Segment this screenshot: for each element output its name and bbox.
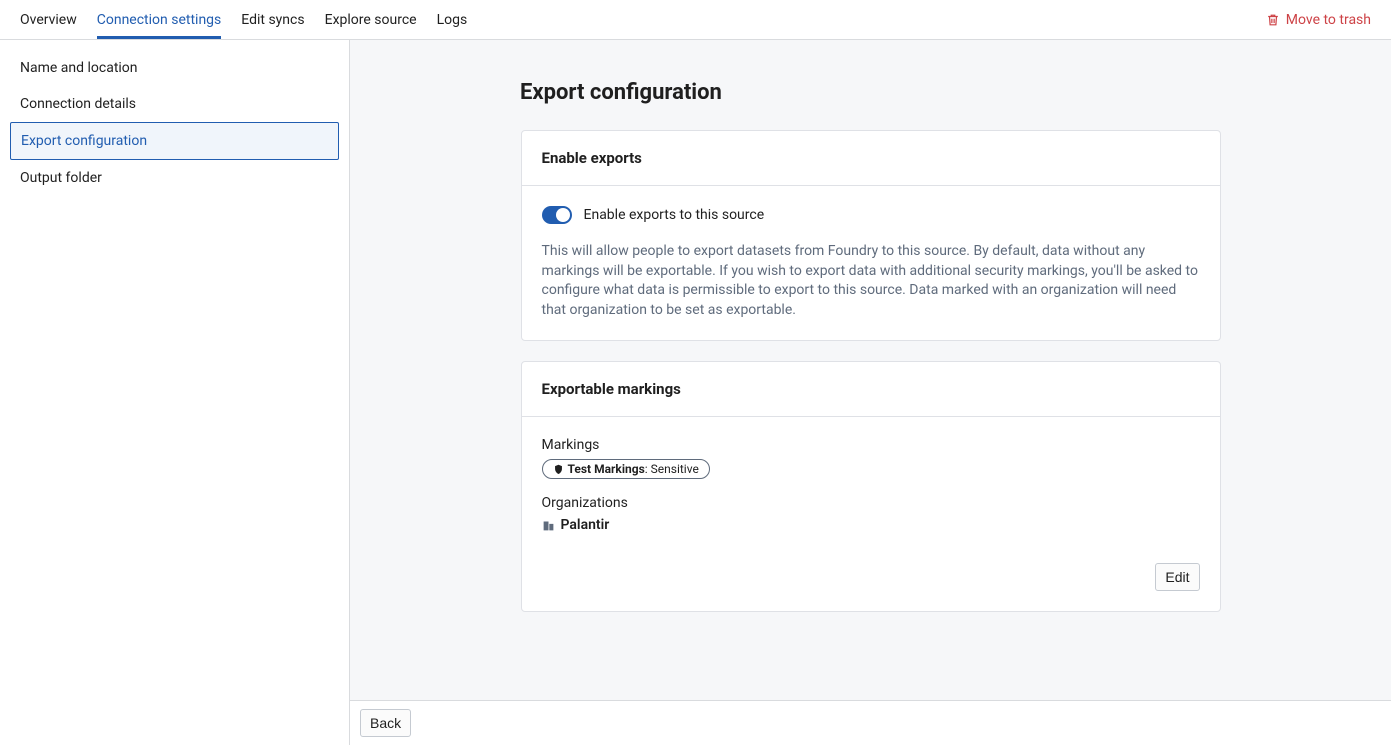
move-to-trash-label: Move to trash [1286, 12, 1371, 28]
shield-icon [553, 464, 564, 475]
top-nav: Overview Connection settings Edit syncs … [0, 0, 1391, 40]
enable-exports-header: Enable exports [522, 131, 1220, 186]
sidebar-item-output-folder[interactable]: Output folder [10, 160, 339, 196]
org-icon [542, 519, 555, 532]
back-button[interactable]: Back [360, 709, 411, 737]
tab-explore-source[interactable]: Explore source [325, 0, 417, 39]
footer-bar: Back [350, 700, 1391, 745]
settings-sidebar: Name and location Connection details Exp… [0, 40, 350, 745]
page-title: Export configuration [520, 80, 1391, 105]
main-panel: Export configuration Enable exports Enab… [350, 40, 1391, 745]
enable-exports-help-text: This will allow people to export dataset… [542, 242, 1200, 320]
marking-chip: Test Markings: Sensitive [542, 459, 710, 479]
sidebar-item-export-configuration[interactable]: Export configuration [10, 122, 339, 160]
tab-edit-syncs[interactable]: Edit syncs [241, 0, 304, 39]
exportable-markings-header: Exportable markings [522, 362, 1220, 417]
markings-label: Markings [542, 437, 1200, 453]
org-name: Palantir [561, 517, 610, 533]
tab-connection-settings[interactable]: Connection settings [97, 0, 222, 39]
exportable-markings-card: Exportable markings Markings Test Markin… [521, 361, 1221, 612]
top-tabs: Overview Connection settings Edit syncs … [20, 0, 467, 39]
enable-exports-toggle[interactable] [542, 206, 572, 224]
marking-chip-suffix: : Sensitive [645, 462, 699, 476]
enable-exports-card: Enable exports Enable exports to this so… [521, 130, 1221, 341]
tab-logs[interactable]: Logs [437, 0, 468, 39]
enable-exports-toggle-label: Enable exports to this source [584, 207, 765, 223]
tab-overview[interactable]: Overview [20, 0, 77, 39]
sidebar-item-name-location[interactable]: Name and location [10, 50, 339, 86]
edit-markings-button[interactable]: Edit [1155, 563, 1199, 591]
move-to-trash-button[interactable]: Move to trash [1266, 12, 1371, 28]
sidebar-item-connection-details[interactable]: Connection details [10, 86, 339, 122]
trash-icon [1266, 13, 1280, 27]
marking-chip-prefix: Test Markings [568, 462, 645, 476]
organizations-label: Organizations [542, 495, 1200, 511]
